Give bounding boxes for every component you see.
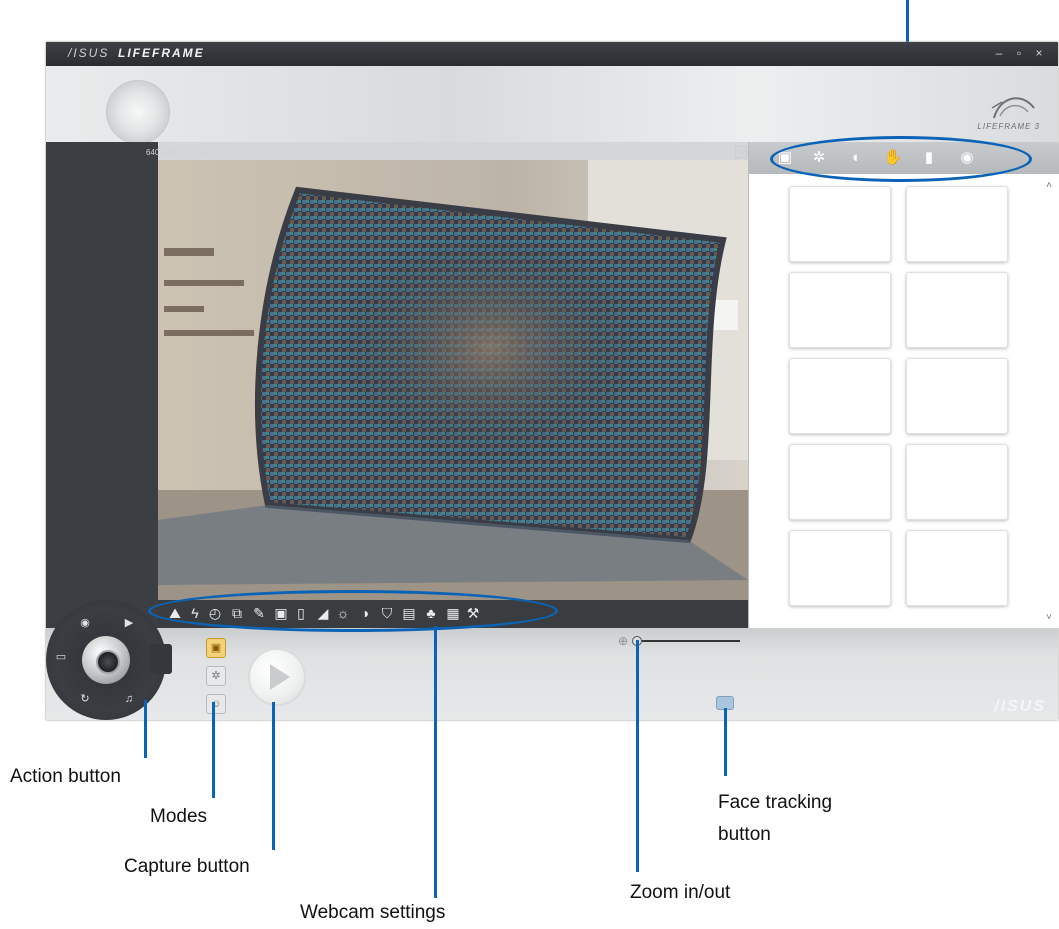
scroll-up-arrow[interactable]: ˄: [1043, 180, 1055, 192]
zoom-icon[interactable]: ⊕: [618, 634, 628, 648]
thumbnail-slot[interactable]: [789, 272, 891, 348]
title-bar: /ISUS LIFEFRAME – ▫ ×: [46, 42, 1058, 66]
webcam-settings-ellipse: [148, 590, 558, 632]
thumbnail-slot[interactable]: [789, 444, 891, 520]
header-banner: LIFEFRAME 3: [46, 66, 1058, 144]
mode-icons-ellipse: [770, 136, 1032, 182]
bottom-brand: /ISUS: [994, 698, 1046, 715]
thumbnail-slot[interactable]: [789, 186, 891, 262]
camera-lens-icon: [96, 650, 120, 674]
minimize-button[interactable]: –: [992, 45, 1006, 61]
eye-icon[interactable]: ◉: [76, 614, 94, 632]
callout-action-button: Action button: [10, 766, 121, 787]
thumbnail-slot[interactable]: [906, 272, 1008, 348]
header-disc-decoration: [106, 80, 170, 144]
thumbnail-slot[interactable]: [906, 358, 1008, 434]
callout-line-face: [724, 708, 727, 776]
bottom-control-bar: [46, 628, 1058, 720]
sun-mode-button[interactable]: ✲: [206, 666, 226, 686]
window-title: LIFEFRAME: [118, 46, 205, 60]
preview-left-margin: [46, 142, 158, 628]
thumbnail-slot[interactable]: [789, 358, 891, 434]
callout-line-capture: [272, 702, 275, 850]
microphone-icon[interactable]: ♫: [120, 690, 138, 708]
photo-mode-button[interactable]: ▣: [206, 638, 226, 658]
callout-face-tracking-line1: Face tracking: [718, 792, 833, 813]
callout-modes: Modes: [150, 806, 208, 827]
preview-image: [158, 160, 748, 600]
title-brand: /ISUS: [68, 46, 110, 60]
close-button[interactable]: ×: [1032, 45, 1046, 61]
callout-line-action: [144, 700, 147, 758]
action-hub-handle: [150, 644, 172, 674]
webcam-preview: [158, 160, 748, 600]
callout-zoom: Zoom in/out: [630, 882, 731, 903]
capture-button[interactable]: [248, 648, 306, 706]
callout-webcam-settings: Webcam settings: [300, 902, 446, 923]
preview-caption: 640x480 JPG File: [146, 148, 210, 157]
callout-line-webcam: [434, 626, 437, 898]
right-panel: ▣ ✲ ◖ ✋ ▮ ◉ ˄ ˅: [748, 142, 1059, 628]
action-button[interactable]: [82, 636, 130, 684]
zoom-slider-track[interactable]: [642, 640, 740, 642]
thumbnail-slot[interactable]: [789, 530, 891, 606]
security-mode-button[interactable]: ☺: [206, 694, 226, 714]
callout-face-tracking-line2: button: [718, 824, 771, 845]
play-triangle-icon: [270, 664, 290, 690]
thumbnail-slot[interactable]: [906, 186, 1008, 262]
refresh-icon[interactable]: ↻: [76, 690, 94, 708]
callout-line-zoom: [636, 640, 639, 872]
callout-line-modes: [212, 702, 215, 798]
header-logo-text: LIFEFRAME 3: [977, 122, 1040, 131]
thumbnail-slot[interactable]: [906, 530, 1008, 606]
scroll-down-arrow[interactable]: ˅: [1043, 612, 1055, 624]
action-button-hub[interactable]: ◉ ▶ ▭ ↻ ♫: [46, 600, 172, 720]
expand-preview-icon[interactable]: ⧉: [735, 146, 747, 158]
maximize-button[interactable]: ▫: [1012, 45, 1026, 61]
callout-capture-button: Capture button: [124, 856, 250, 877]
folder-icon[interactable]: ▭: [52, 648, 70, 666]
play-icon[interactable]: ▶: [120, 614, 138, 632]
thumbnail-slot[interactable]: [906, 444, 1008, 520]
